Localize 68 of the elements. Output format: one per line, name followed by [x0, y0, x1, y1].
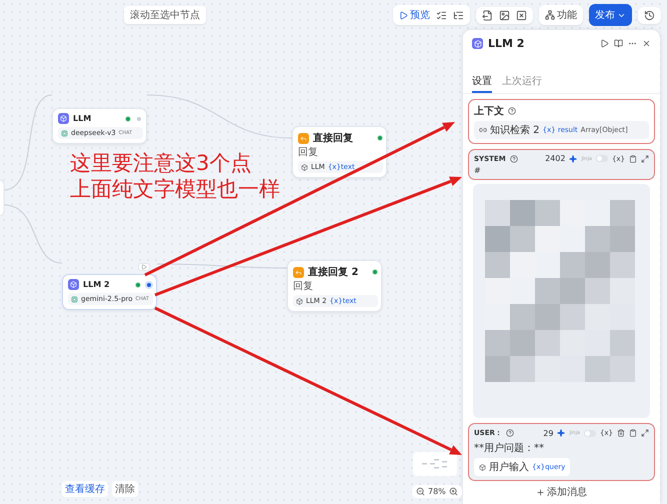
- edge-line: [4, 204, 62, 264]
- cube-icon: [301, 164, 308, 170]
- expand-icon[interactable]: [641, 154, 649, 162]
- node-card-edge: [0, 180, 4, 216]
- output-handle[interactable]: [145, 280, 153, 288]
- publish-button[interactable]: 发布: [589, 4, 632, 26]
- sparkle-icon[interactable]: [569, 154, 578, 162]
- minimap-nodes-drawing: [422, 459, 447, 468]
- clipboard-icon[interactable]: [629, 154, 637, 162]
- annotation-text: 这里要注意这3个点 上面纯文字模型也一样: [70, 150, 280, 202]
- panel-tab[interactable]: 设置: [472, 74, 492, 93]
- token-count: 2402: [545, 154, 566, 163]
- cube-icon: [58, 113, 69, 124]
- node-title: LLM: [73, 114, 92, 123]
- plus-icon: [536, 488, 545, 496]
- reply-icon: [298, 132, 309, 144]
- image-icon[interactable]: [499, 10, 510, 20]
- token-count: 29: [543, 428, 554, 438]
- help-icon: [510, 154, 518, 162]
- node-title: LLM 2: [83, 280, 111, 289]
- zoom-level: 78%: [428, 487, 446, 496]
- reply-icon: [293, 266, 304, 278]
- clear-button[interactable]: 清除: [112, 481, 138, 497]
- book-icon[interactable]: [614, 39, 623, 48]
- help-icon: [508, 107, 516, 115]
- status-dot: [377, 135, 383, 141]
- message-text: #: [474, 166, 482, 175]
- chip-icon: [61, 130, 68, 136]
- jinja-toggle[interactable]: [584, 430, 596, 436]
- export-icon[interactable]: [482, 10, 493, 20]
- add-message-button[interactable]: 添加消息: [530, 484, 593, 500]
- zoom-in-icon[interactable]: [448, 487, 458, 496]
- view-cache-button[interactable]: 查看缓存: [62, 481, 108, 497]
- status-dot: [372, 269, 378, 275]
- play-icon: [399, 10, 408, 20]
- field-label: 回复: [298, 148, 319, 158]
- field-label: 回复: [293, 282, 314, 292]
- clipboard-icon[interactable]: [629, 429, 637, 437]
- zoom-out-icon[interactable]: [416, 487, 425, 496]
- help-icon: [506, 429, 514, 437]
- link-icon: [479, 126, 487, 134]
- expand-icon[interactable]: [641, 429, 649, 437]
- checklist-icon[interactable]: [436, 10, 447, 20]
- status-dot: [125, 116, 131, 122]
- play-icon[interactable]: [600, 39, 609, 48]
- scroll-to-node-hint[interactable]: 滚动至选中节点: [124, 6, 206, 24]
- trash-icon[interactable]: [617, 429, 625, 437]
- chip-icon: [71, 296, 78, 302]
- close-icon[interactable]: [642, 39, 651, 48]
- history-icon[interactable]: [644, 10, 655, 20]
- section-label: 上下文: [474, 104, 504, 118]
- message-text: **用户问题：**: [474, 442, 545, 455]
- node-title: 直接回复 2: [308, 266, 360, 279]
- nodes-icon: [545, 10, 555, 20]
- jinja-toggle[interactable]: [596, 155, 608, 162]
- run-button[interactable]: [138, 263, 150, 271]
- panel-title: LLM 2: [488, 37, 526, 50]
- cube-icon: [472, 38, 483, 49]
- cube-icon: [296, 298, 303, 304]
- sparkle-icon[interactable]: [557, 429, 566, 437]
- status-dot: [135, 282, 141, 288]
- node-title: 直接回复: [313, 132, 354, 145]
- cube-icon: [68, 279, 79, 290]
- close-square-icon[interactable]: [516, 10, 527, 20]
- cube-icon: [479, 464, 486, 470]
- panel-tab[interactable]: 上次运行: [502, 74, 542, 93]
- list-icon[interactable]: [453, 10, 464, 20]
- play-icon: [141, 264, 147, 270]
